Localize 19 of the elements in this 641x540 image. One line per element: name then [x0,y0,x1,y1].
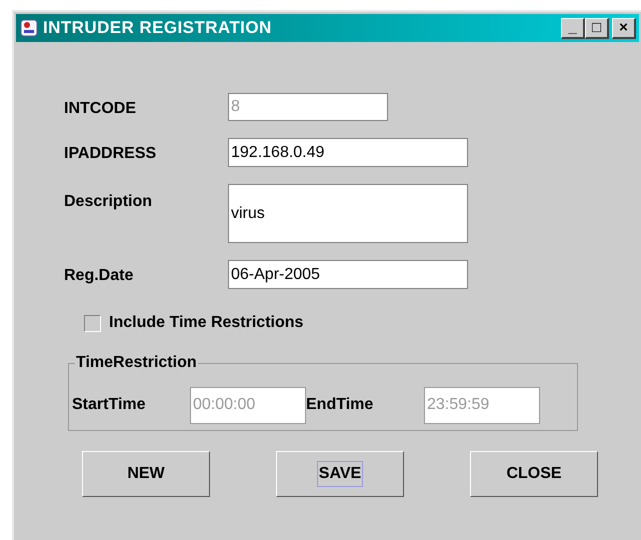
checkbox[interactable] [84,314,101,332]
field-label: Reg.Date [64,266,134,286]
action-button[interactable]: CLOSE [470,451,598,497]
text-area[interactable]: virus [228,184,468,243]
minimize-button[interactable]: _ [561,18,585,38]
action-button[interactable]: SAVE [276,451,404,497]
input-field[interactable]: 192.168.0.49 [228,138,468,167]
field-label: INTCODE [64,99,137,119]
time-label: EndTime [306,395,374,415]
time-label: StartTime [72,395,147,415]
app-icon [19,18,39,38]
checkbox-label: Include Time Restrictions [109,313,304,333]
maximize-button[interactable]: □ [585,18,609,38]
action-button[interactable]: NEW [82,451,210,497]
field-label: IPADDRESS [64,144,158,164]
input-field[interactable]: 06-Apr-2005 [228,260,468,289]
close-button[interactable]: × [612,18,636,38]
field-label: Description [64,192,154,212]
window-title: INTRUDER REGISTRATION [43,17,272,40]
